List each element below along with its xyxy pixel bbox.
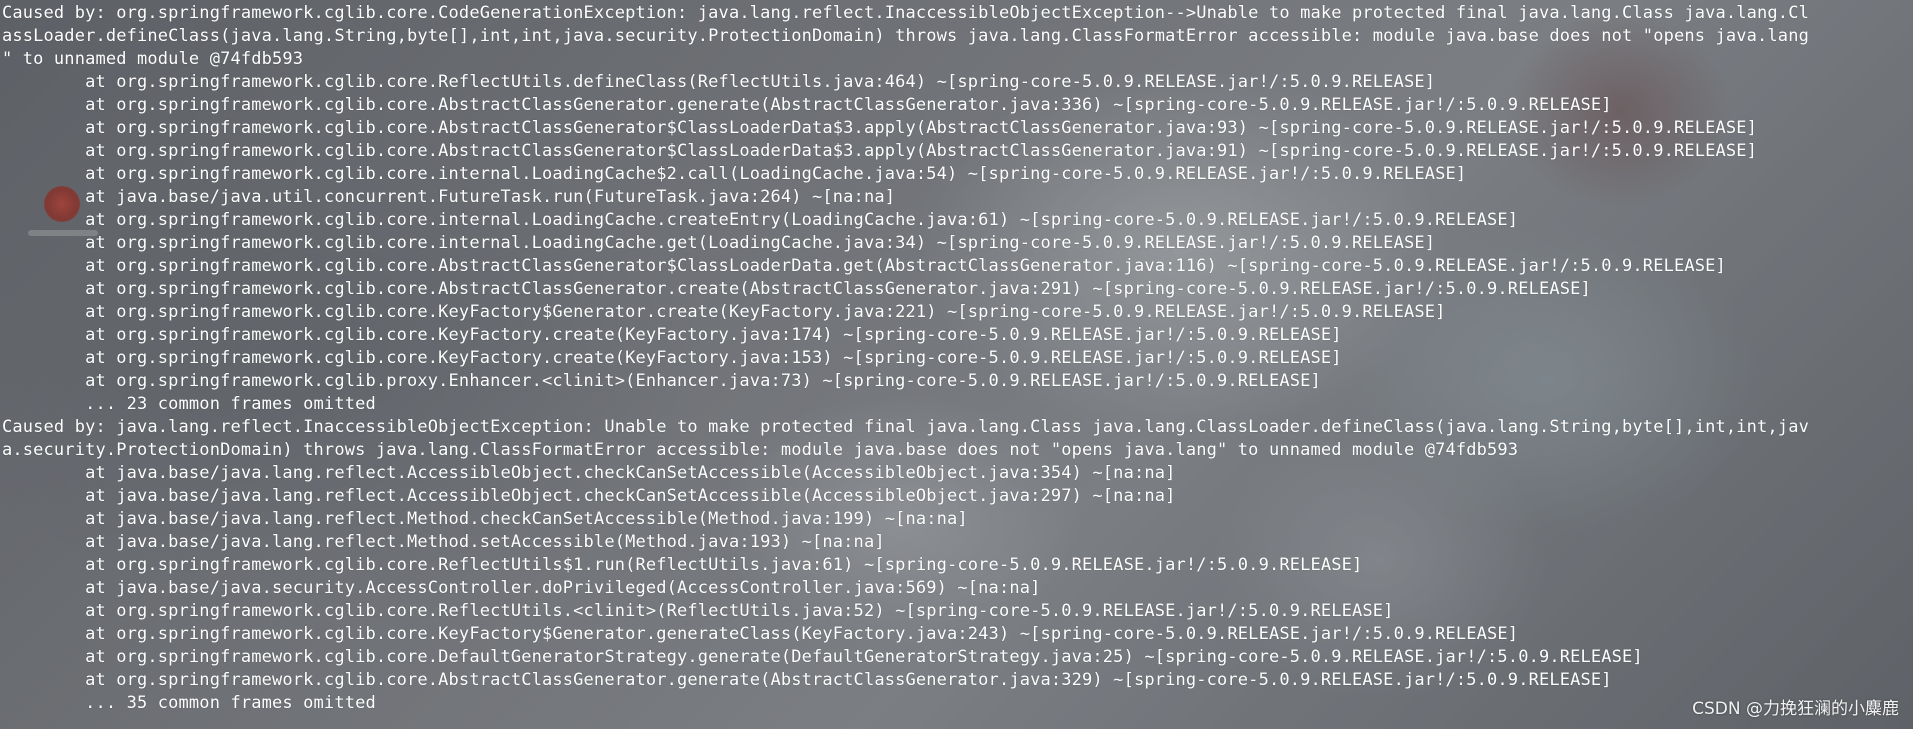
terminal-line: at java.base/java.lang.reflect.Accessibl… [2, 463, 1176, 483]
terminal-line: at org.springframework.cglib.core.Abstra… [2, 118, 1758, 138]
terminal-line: at org.springframework.cglib.core.Defaul… [2, 647, 1643, 667]
terminal-line: at org.springframework.cglib.core.KeyFac… [2, 302, 1446, 322]
terminal-line: at org.springframework.cglib.core.Abstra… [2, 141, 1758, 161]
terminal-line: " to unnamed module @74fdb593 [2, 49, 304, 69]
terminal-line: at org.springframework.cglib.proxy.Enhan… [2, 371, 1321, 391]
terminal-line: at org.springframework.cglib.core.Reflec… [2, 555, 1363, 575]
terminal-line: at java.base/java.lang.reflect.Method.se… [2, 532, 885, 552]
terminal-line: at org.springframework.cglib.core.KeyFac… [2, 624, 1519, 644]
terminal-line: at org.springframework.cglib.core.intern… [2, 210, 1519, 230]
terminal-line: ... 23 common frames omitted [2, 394, 376, 414]
terminal-output[interactable]: Caused by: org.springframework.cglib.cor… [0, 0, 1913, 729]
terminal-line: at org.springframework.cglib.core.Abstra… [2, 670, 1612, 690]
terminal-line: Caused by: java.lang.reflect.Inaccessibl… [2, 417, 1809, 437]
terminal-line: at java.base/java.lang.reflect.Accessibl… [2, 486, 1176, 506]
csdn-watermark: CSDN @力挽狂澜的小麋鹿 [1692, 699, 1899, 719]
terminal-line: at org.springframework.cglib.core.Reflec… [2, 601, 1394, 621]
terminal-line: at org.springframework.cglib.core.Abstra… [2, 279, 1591, 299]
terminal-line: at org.springframework.cglib.core.intern… [2, 164, 1467, 184]
terminal-line: Caused by: org.springframework.cglib.cor… [2, 3, 1809, 23]
terminal-line: at org.springframework.cglib.core.intern… [2, 233, 1436, 253]
terminal-line: at java.base/java.lang.reflect.Method.ch… [2, 509, 968, 529]
terminal-line: ... 35 common frames omitted [2, 693, 376, 713]
terminal-line: at org.springframework.cglib.core.KeyFac… [2, 325, 1342, 345]
terminal-line: at org.springframework.cglib.core.Reflec… [2, 72, 1436, 92]
terminal-line: at java.base/java.security.AccessControl… [2, 578, 1041, 598]
terminal-line: at org.springframework.cglib.core.Abstra… [2, 256, 1726, 276]
terminal-line: assLoader.defineClass(java.lang.String,b… [2, 26, 1809, 46]
terminal-line: at org.springframework.cglib.core.KeyFac… [2, 348, 1342, 368]
terminal-line: at org.springframework.cglib.core.Abstra… [2, 95, 1612, 115]
terminal-line: at java.base/java.util.concurrent.Future… [2, 187, 896, 207]
terminal-line: a.security.ProtectionDomain) throws java… [2, 440, 1519, 460]
